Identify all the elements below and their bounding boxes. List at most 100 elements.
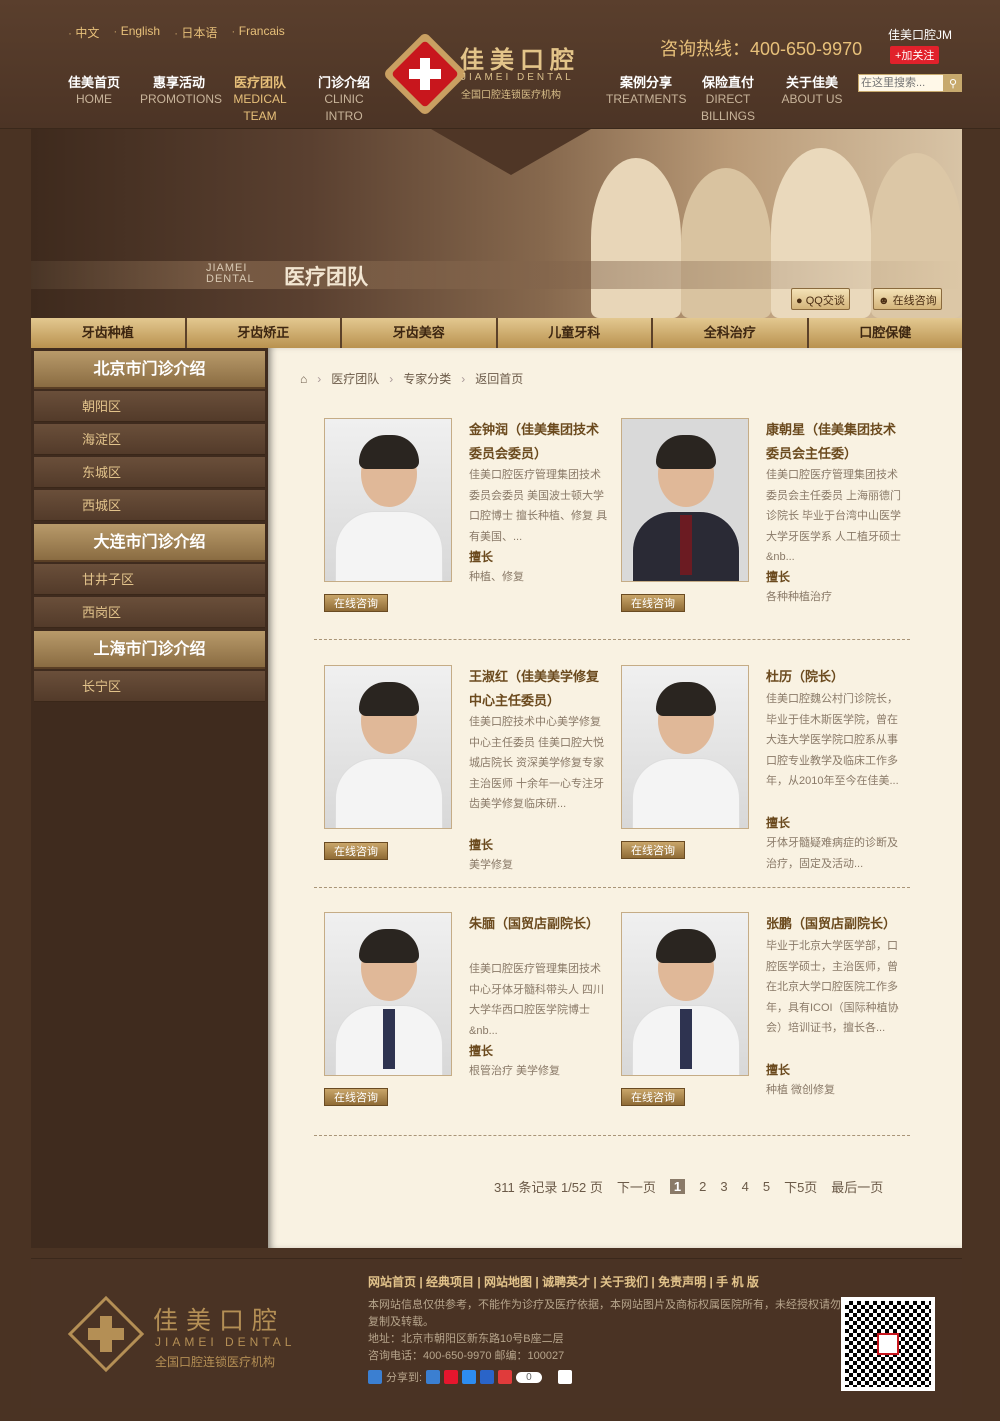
footer-logo-icon — [67, 1295, 145, 1373]
page-4[interactable]: 4 — [742, 1179, 749, 1194]
nav-promotions[interactable]: 惠享活动 PROMOTIONS — [140, 74, 222, 108]
breadcrumb-medical-team[interactable]: 医疗团队 — [331, 370, 379, 387]
doctor-card: 在线咨询 杜历（院长） 佳美口腔魏公村门诊院长，毕业于佳木斯医学院，曾在大连大学… — [621, 665, 911, 885]
search-icon: ⚲ — [948, 77, 958, 90]
footer-logo-english: JIAMEI DENTAL — [155, 1335, 296, 1349]
chevron-right-icon: › — [389, 371, 394, 386]
home-icon[interactable]: ⌂ — [300, 372, 307, 386]
breadcrumb-expert-category[interactable]: 专家分类 — [403, 370, 451, 387]
sidebar-section-shanghai[interactable]: 上海市门诊介绍 — [34, 631, 265, 669]
lang-french[interactable]: Francais — [231, 24, 285, 41]
nav-treatments[interactable]: 案例分享 TREATMENTS — [606, 74, 686, 108]
category-implant[interactable]: 牙齿种植 — [31, 318, 187, 348]
logo-subtitle: 全国口腔连锁医疗机构 — [461, 90, 561, 101]
doctor-name[interactable]: 金钟润（佳美集团技术委员会委员） — [469, 418, 609, 466]
footer-logo-text: 佳美口腔 — [153, 1307, 286, 1335]
weibo-name[interactable]: 佳美口腔JM — [888, 26, 952, 43]
sidebar-item-xicheng[interactable]: 西城区 — [34, 490, 265, 521]
doctor-description: 佳美口腔技术中心美学修复中心主任委员 佳美口腔大悦城店院长 资深美学修复专家 主… — [469, 716, 605, 810]
specialty-label: 擅长 — [766, 1063, 791, 1077]
online-consult-button[interactable]: 在线咨询 — [324, 594, 388, 612]
sidebar-section-dalian[interactable]: 大连市门诊介绍 — [34, 524, 265, 562]
row-divider — [314, 887, 910, 888]
doctor-name[interactable]: 朱腼（国贸店副院长） — [469, 912, 609, 936]
next-5-pages-link[interactable]: 下5页 — [784, 1177, 817, 1196]
qr-code — [841, 1297, 935, 1391]
last-page-link[interactable]: 最后一页 — [831, 1177, 883, 1196]
search-input[interactable] — [858, 74, 944, 92]
sidebar-item-dongcheng[interactable]: 东城区 — [34, 457, 265, 488]
nav-direct-billings[interactable]: 保险直付 DIRECT BILLINGS — [696, 74, 760, 125]
logo-text[interactable]: 佳美口腔 — [460, 40, 580, 75]
sidebar: 北京市门诊介绍 朝阳区 海淀区 东城区 西城区 大连市门诊介绍 甘井子区 西岗区… — [31, 348, 268, 1248]
qq-chat-button[interactable]: ● QQ交谈 — [791, 288, 850, 310]
specialty-label: 擅长 — [766, 816, 791, 830]
specialty-label: 擅长 — [469, 1044, 494, 1058]
sidebar-item-chaoyang[interactable]: 朝阳区 — [34, 391, 265, 422]
page-2[interactable]: 2 — [699, 1179, 706, 1194]
share-renren-icon[interactable] — [480, 1370, 495, 1384]
category-cosmetic[interactable]: 牙齿美容 — [342, 318, 498, 348]
doctor-photo[interactable] — [324, 912, 452, 1076]
doctor-photo[interactable] — [621, 418, 749, 582]
doctor-name[interactable]: 杜历（院长） — [766, 665, 906, 689]
doctor-photo[interactable] — [621, 912, 749, 1076]
category-general[interactable]: 全科治疗 — [653, 318, 809, 348]
share-other-icon[interactable] — [498, 1370, 513, 1384]
online-consult-button[interactable]: 在线咨询 — [324, 1088, 388, 1106]
doctor-photo[interactable] — [324, 418, 452, 582]
pagination: 311 条记录 1/52 页 下一页 1 2 3 4 5 下5页 最后一页 — [494, 1177, 883, 1196]
sidebar-item-xigang[interactable]: 西岗区 — [34, 597, 265, 628]
lang-english[interactable]: English — [113, 24, 160, 41]
follow-button[interactable]: +加关注 — [890, 46, 940, 64]
category-orthodontics[interactable]: 牙齿矫正 — [186, 318, 342, 348]
banner-photo-figure — [591, 158, 681, 318]
qq-icon: ● — [796, 295, 806, 307]
share-tencent-icon[interactable] — [462, 1370, 477, 1384]
online-consult-button[interactable]: 在线咨询 — [621, 594, 685, 612]
search-button[interactable]: ⚲ — [944, 74, 962, 92]
language-switcher: 中文 English 日本语 Francais — [68, 24, 285, 41]
doctor-description: 佳美口腔医疗管理集团技术委员会委员 美国波士顿大学 口腔博士 擅长种植、修复 具… — [469, 469, 608, 543]
sidebar-section-beijing[interactable]: 北京市门诊介绍 — [34, 351, 265, 389]
lang-japanese[interactable]: 日本语 — [174, 24, 217, 41]
page-3[interactable]: 3 — [720, 1179, 727, 1194]
online-consult-button[interactable]: 在线咨询 — [324, 842, 388, 860]
share-qzone-icon[interactable] — [426, 1370, 441, 1384]
page-5[interactable]: 5 — [763, 1179, 770, 1194]
sidebar-item-changning[interactable]: 长宁区 — [34, 671, 265, 702]
doctor-name[interactable]: 张鹏（国贸店副院长） — [766, 912, 906, 936]
doctor-card: 在线咨询 金钟润（佳美集团技术委员会委员） 佳美口腔医疗管理集团技术委员会委员 … — [324, 418, 614, 638]
person-icon: ☻ — [878, 295, 893, 307]
doctor-name[interactable]: 康朝星（佳美集团技术委员会主任委） — [766, 418, 906, 466]
nav-about-us[interactable]: 关于佳美 ABOUT US — [780, 74, 844, 108]
nav-home[interactable]: 佳美首页 HOME — [64, 74, 124, 108]
baidu-paw-icon[interactable] — [557, 1370, 572, 1384]
nav-medical-team[interactable]: 医疗团队 MEDICAL TEAM — [228, 74, 292, 125]
doctor-card: 在线咨询 张鹏（国贸店副院长） 毕业于北京大学医学部，口腔医学硕士，主治医师，曾… — [621, 912, 911, 1132]
lang-chinese[interactable]: 中文 — [68, 24, 99, 41]
next-page-link[interactable]: 下一页 — [617, 1177, 656, 1196]
breadcrumb-back-home[interactable]: 返回首页 — [475, 370, 523, 387]
online-consult-button[interactable]: 在线咨询 — [621, 1088, 685, 1106]
category-oral-care[interactable]: 口腔保健 — [808, 318, 962, 348]
doctor-card: 在线咨询 王淑红（佳美美学修复中心主任委员） 佳美口腔技术中心美学修复中心主任委… — [324, 665, 614, 885]
sidebar-item-ganjingzi[interactable]: 甘井子区 — [34, 564, 265, 595]
doctor-photo[interactable] — [324, 665, 452, 829]
doctor-name[interactable]: 王淑红（佳美美学修复中心主任委员） — [469, 665, 609, 713]
page-1[interactable]: 1 — [669, 1179, 686, 1194]
category-bar: 牙齿种植 牙齿矫正 牙齿美容 儿童牙科 全科治疗 口腔保健 — [31, 318, 962, 348]
logo-english: JIAMEI DENTAL — [461, 72, 574, 83]
banner-notch — [431, 129, 591, 175]
doctor-photo[interactable] — [621, 665, 749, 829]
footer-links[interactable]: 网站首页 | 经典项目 | 网站地图 | 诚聘英才 | 关于我们 | 免责声明 … — [368, 1273, 759, 1290]
category-pediatric[interactable]: 儿童牙科 — [497, 318, 653, 348]
online-consult-button[interactable]: 在线咨询 — [621, 841, 685, 859]
online-consult-button[interactable]: ☻ 在线咨询 — [873, 288, 942, 310]
nav-clinic-intro[interactable]: 门诊介绍 CLINIC INTRO — [312, 74, 376, 125]
main-content: ⌂ › 医疗团队 › 专家分类 › 返回首页 在线咨询 金钟润（佳美集团技术委员… — [268, 348, 962, 1248]
sidebar-item-haidian[interactable]: 海淀区 — [34, 424, 265, 455]
share-weibo-icon[interactable] — [444, 1370, 459, 1384]
breadcrumb: ⌂ › 医疗团队 › 专家分类 › 返回首页 — [300, 370, 523, 387]
share-plus-icon[interactable] — [368, 1370, 382, 1384]
